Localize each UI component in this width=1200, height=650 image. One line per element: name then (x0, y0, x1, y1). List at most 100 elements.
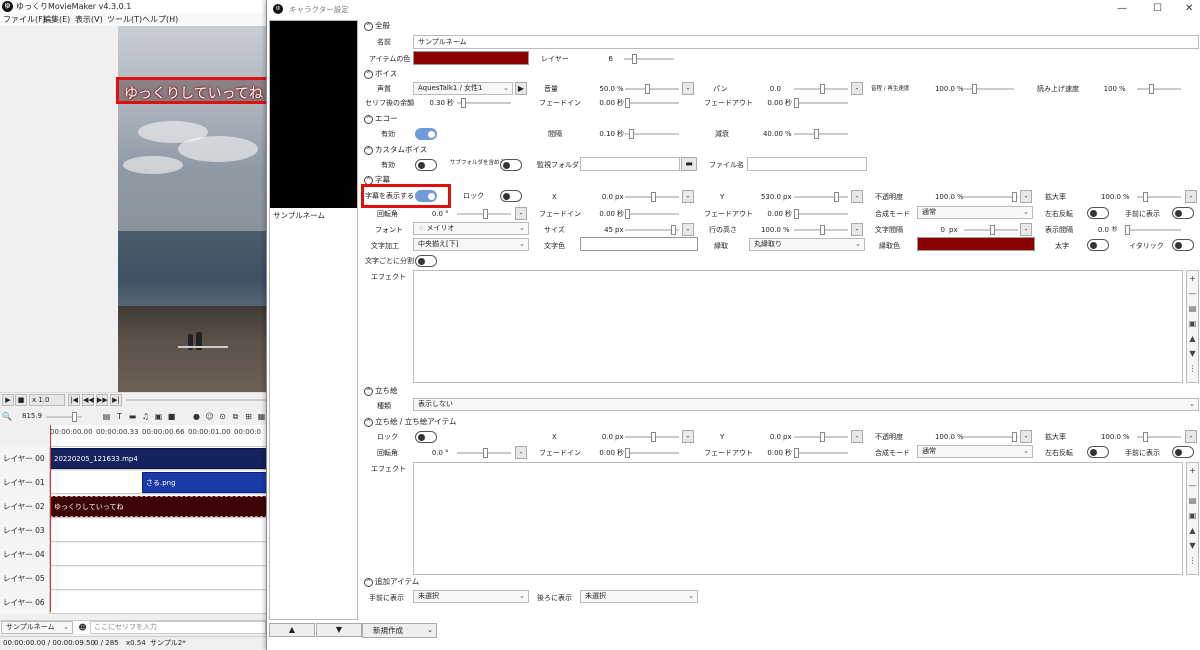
prev-frame-icon[interactable]: |◀ (68, 394, 80, 406)
layer-row[interactable]: レイヤー 03 (0, 519, 268, 542)
echo-interval-slider[interactable] (625, 128, 679, 140)
remove-icon[interactable]: — (1187, 286, 1198, 301)
menu-help[interactable]: ヘルプ(H) (142, 14, 178, 25)
move-up-button[interactable]: ▲ (269, 623, 315, 637)
read-speed-slider[interactable] (1137, 83, 1181, 95)
section-general[interactable]: ^ 全般 (364, 21, 390, 31)
layer-row[interactable]: レイヤー 05 (0, 567, 268, 590)
subtitle-effect-list[interactable] (413, 270, 1183, 383)
opacity-menu-button[interactable]: - (1020, 430, 1032, 443)
opacity-slider[interactable] (964, 191, 1018, 203)
line-height-menu-button[interactable]: - (851, 223, 863, 236)
line-height-slider[interactable] (794, 224, 848, 236)
scale-slider[interactable] (1137, 191, 1181, 203)
character-select[interactable]: サンプルネーム ⌄ (1, 621, 73, 634)
grid-icon[interactable]: ▦ (257, 412, 266, 421)
comment-icon[interactable]: ▤ (102, 412, 111, 421)
scale-menu-button[interactable]: - (1185, 430, 1197, 443)
zoom-slider[interactable] (46, 411, 82, 423)
music-icon[interactable]: ♫ (141, 412, 150, 421)
font-select[interactable]: ☆ メイリオ ⌄ (413, 222, 529, 235)
fadein-slider[interactable] (625, 97, 679, 109)
text-icon[interactable]: T (115, 412, 124, 421)
character-icon[interactable]: ☻ (78, 623, 87, 632)
y-slider[interactable] (794, 431, 848, 443)
copy-icon[interactable]: ⧉ (231, 412, 240, 421)
x-menu-button[interactable]: - (682, 190, 694, 203)
forward-icon[interactable]: ▶▶ (96, 394, 108, 406)
close-icon[interactable]: ✕ (1185, 3, 1193, 14)
video-icon[interactable]: ▬ (128, 412, 137, 421)
move-down-button[interactable]: ▼ (316, 623, 362, 637)
section-extra[interactable]: ^ 追加アイテム (364, 577, 419, 587)
playhead[interactable] (50, 425, 51, 612)
rotation-slider[interactable] (457, 447, 511, 459)
layer-row[interactable]: レイヤー 06 (0, 591, 268, 614)
play-icon[interactable]: ▶ (2, 394, 14, 406)
flip-toggle[interactable] (1087, 446, 1109, 458)
pan-slider[interactable] (794, 83, 848, 95)
layer-row[interactable]: レイヤー 02 ゆっくりしていってね (0, 495, 268, 518)
pan-menu-button[interactable]: - (851, 82, 863, 95)
playback-slider[interactable] (964, 83, 1014, 95)
menu-edit[interactable]: 編集(E) (43, 14, 70, 25)
fadeout-slider[interactable] (794, 97, 848, 109)
effect-icon[interactable]: ⊙ (218, 412, 227, 421)
more-icon[interactable]: ⋮ (1187, 553, 1198, 568)
echo-enable-toggle[interactable] (415, 128, 437, 140)
folder-icon[interactable]: ▬ (681, 157, 697, 171)
section-custom-voice[interactable]: ^ カスタムボイス (364, 145, 427, 155)
bold-toggle[interactable] (1087, 239, 1109, 251)
y-slider[interactable] (794, 191, 848, 203)
character-list-item[interactable]: サンプルネーム (273, 210, 325, 221)
letter-spacing-slider[interactable] (964, 224, 1018, 236)
clip-image[interactable]: さる.png (142, 472, 268, 493)
section-standing[interactable]: ^ 立ち絵 (364, 386, 398, 396)
voice-select[interactable]: AquesTalk1 / 女性1 ⌄ (413, 82, 513, 95)
border-select[interactable]: 丸縁取り ⌄ (749, 238, 865, 251)
fadeout-slider[interactable] (794, 447, 848, 459)
shape-icon[interactable]: ■ (167, 412, 176, 421)
y-menu-button[interactable]: - (851, 430, 863, 443)
opacity-slider[interactable] (964, 431, 1018, 443)
flip-toggle[interactable] (1087, 207, 1109, 219)
after-slider[interactable] (457, 97, 511, 109)
fadein-slider[interactable] (625, 208, 679, 220)
fadein-slider[interactable] (625, 447, 679, 459)
layer-row[interactable]: レイヤー 04 (0, 543, 268, 566)
standing-effect-list[interactable] (413, 462, 1183, 575)
paste-icon[interactable]: ▤ (1187, 493, 1198, 508)
x-menu-button[interactable]: - (682, 430, 694, 443)
move-down-icon[interactable]: ▼ (1187, 346, 1198, 361)
menu-tools[interactable]: ツール(T) (107, 14, 142, 25)
face-icon[interactable]: ☺ (205, 412, 214, 421)
save-icon[interactable]: ▣ (1187, 508, 1198, 523)
y-menu-button[interactable]: - (851, 190, 863, 203)
subtitle-lock-toggle[interactable] (500, 190, 522, 202)
seek-slider[interactable] (126, 394, 266, 406)
standing-lock-toggle[interactable] (415, 431, 437, 443)
text-color-swatch[interactable] (580, 237, 698, 251)
section-echo[interactable]: ^ エコー (364, 114, 398, 124)
front-toggle[interactable] (1172, 207, 1194, 219)
section-standing-item[interactable]: ^ 立ち絵 / 立ち絵アイテム (364, 417, 457, 427)
clip-voice[interactable]: ゆっくりしていってね (50, 496, 268, 517)
custom-enable-toggle[interactable] (415, 159, 437, 171)
blend-select[interactable]: 通常 ⌄ (917, 445, 1033, 458)
next-frame-icon[interactable]: ▶| (110, 394, 122, 406)
stop-icon[interactable]: ■ (15, 394, 27, 406)
char-deco-select[interactable]: 中央揃え[下] ⌄ (413, 238, 529, 251)
x-slider[interactable] (625, 431, 679, 443)
minimize-icon[interactable]: — (1117, 3, 1127, 14)
extra-back-select[interactable]: 未選択 ⌄ (580, 590, 698, 603)
add-icon[interactable]: + (1187, 463, 1198, 478)
dialogue-input[interactable]: ここにセリフを入力 (90, 621, 266, 634)
person-icon[interactable]: ● (192, 412, 201, 421)
filename-field[interactable] (747, 157, 867, 171)
maximize-icon[interactable]: ☐ (1153, 3, 1162, 14)
remove-icon[interactable]: — (1187, 478, 1198, 493)
layer-row[interactable]: レイヤー 00 20220205_121633.mp4 (0, 447, 268, 470)
show-subtitle-toggle[interactable] (415, 190, 437, 202)
save-icon[interactable]: ▣ (1187, 316, 1198, 331)
display-interval-slider[interactable] (1125, 224, 1181, 236)
